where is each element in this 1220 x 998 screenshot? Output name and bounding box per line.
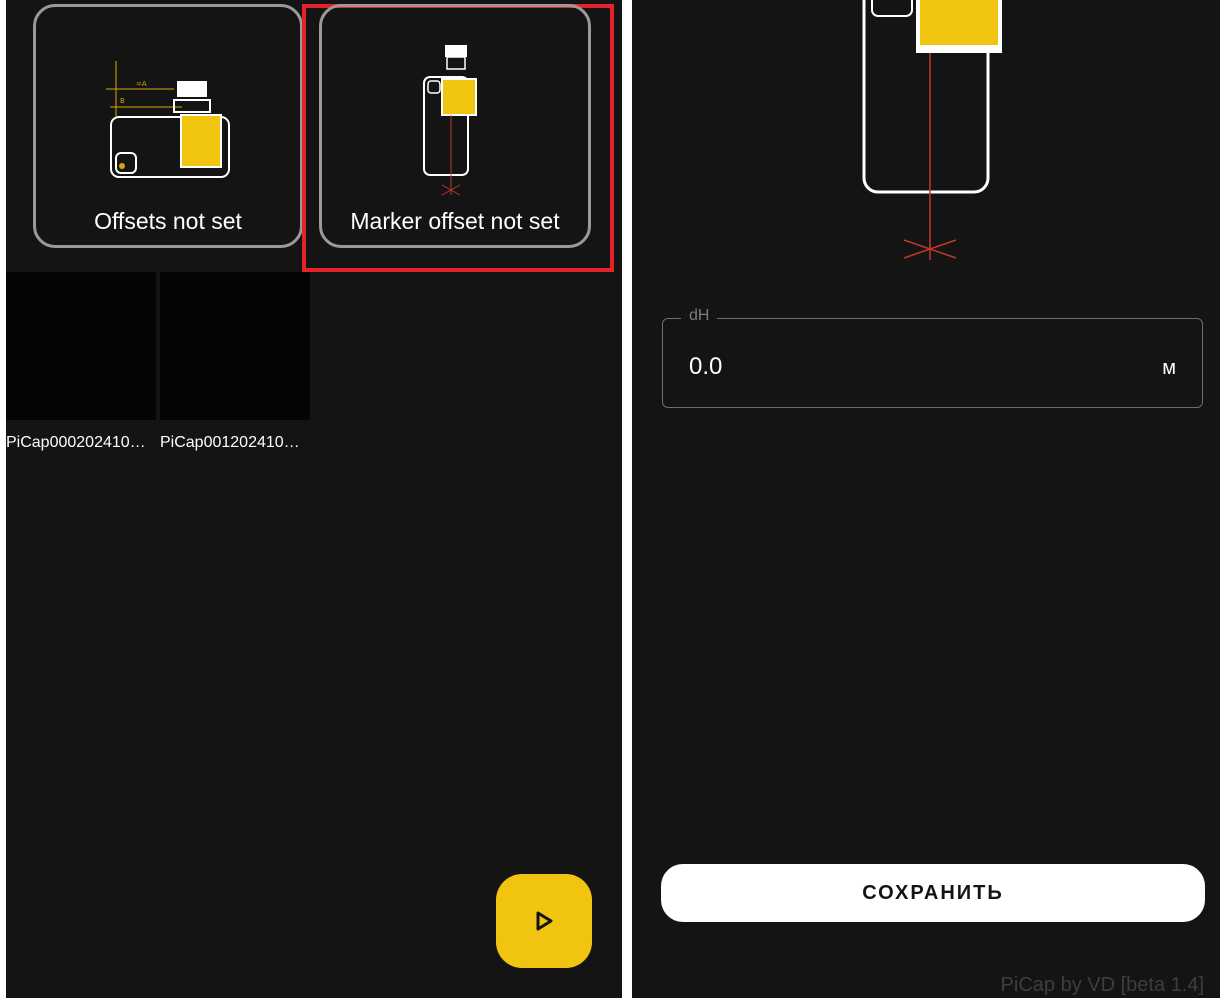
capture-label: PiCap001202410…: [160, 434, 300, 451]
dh-field-value[interactable]: 0.0: [689, 353, 722, 381]
offsets-card[interactable]: =A B Offsets not set: [33, 4, 303, 248]
right-screen: dH 0.0 м СОХРАНИТЬ PiCap by VD [beta 1.4…: [632, 0, 1220, 998]
marker-offset-card-label: Marker offset not set: [350, 208, 560, 234]
capture-thumbnail[interactable]: [6, 272, 156, 420]
svg-text:B: B: [120, 97, 125, 105]
marker-offset-card[interactable]: Marker offset not set: [319, 4, 591, 248]
dh-field-label: dH: [681, 307, 718, 325]
camera-offset-diagram-icon: =A B: [106, 61, 230, 178]
svg-text:=A: =A: [136, 80, 147, 88]
dh-input-field[interactable]: dH 0.0 м: [662, 307, 1203, 408]
play-fab-button[interactable]: [496, 874, 592, 968]
marker-offset-diagram-icon: [423, 45, 477, 196]
left-screen: =A B Offsets not set Marker offset not s…: [6, 0, 622, 998]
capture-thumbnail[interactable]: [160, 272, 310, 420]
marker-diagram-icon: [862, 0, 1002, 260]
play-icon: [536, 911, 553, 931]
dh-field-unit: м: [1162, 357, 1176, 379]
offsets-card-label: Offsets not set: [94, 208, 242, 234]
capture-label: PiCap000202410…: [6, 434, 146, 451]
version-footer: PiCap by VD [beta 1.4]: [1000, 974, 1204, 996]
save-button[interactable]: СОХРАНИТЬ: [661, 864, 1205, 922]
